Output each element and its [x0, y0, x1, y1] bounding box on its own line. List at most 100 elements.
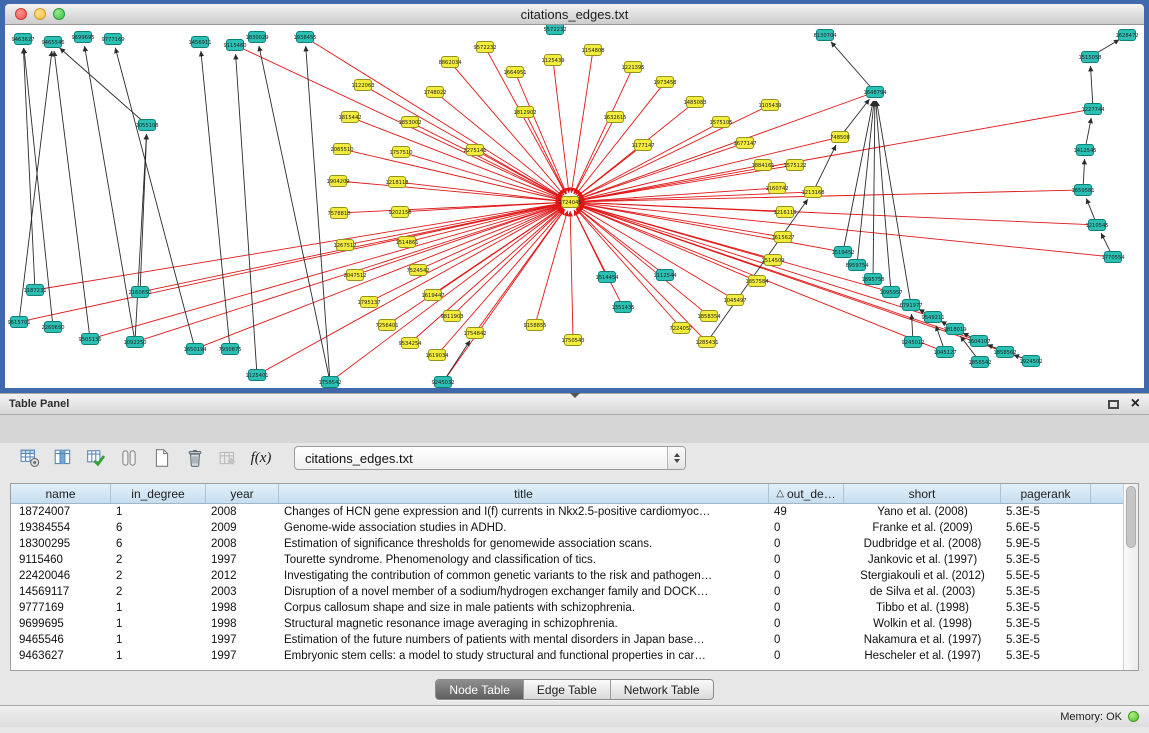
table-cell[interactable]: 9463627 [11, 650, 111, 662]
graph-node[interactable]: 1604107 [967, 336, 990, 347]
table-cell[interactable]: 0 [769, 586, 844, 598]
graph-node[interactable]: 1904209 [326, 176, 349, 187]
table-cell[interactable]: Investigating the contribution of common… [279, 570, 769, 582]
graph-edge[interactable] [60, 48, 143, 121]
graph-edge[interactable] [578, 206, 751, 279]
graph-node[interactable]: 7524542 [406, 265, 429, 276]
table-cell[interactable]: 9115460 [11, 554, 111, 566]
table-cell[interactable]: 22420046 [11, 570, 111, 582]
table-row[interactable]: 1456911722003Disruption of a novel membe… [11, 584, 1123, 600]
graph-node[interactable]: 1770554 [1101, 252, 1125, 263]
graph-node[interactable]: 1818019 [943, 324, 966, 335]
graph-node[interactable]: 1160742 [765, 183, 788, 194]
table-cell[interactable]: Genome-wide association studies in ADHD. [279, 522, 769, 534]
graph-edge[interactable] [877, 101, 911, 299]
table-cell[interactable]: 5.3E-5 [1001, 634, 1091, 646]
column-header-name[interactable]: name [11, 484, 111, 503]
network-view-canvas[interactable]: 1724045185300217575101218118920215615148… [5, 25, 1144, 388]
select-all-button[interactable] [82, 444, 110, 472]
graph-node[interactable]: 1267512 [333, 240, 356, 251]
graph-node[interactable]: 1757510 [389, 147, 412, 158]
graph-node[interactable]: 7256401 [375, 320, 398, 331]
table-cell[interactable]: Nakamura et al. (1997) [844, 634, 1001, 646]
graph-node[interactable]: 1575122 [783, 160, 806, 171]
graph-node[interactable]: 2047512 [343, 270, 366, 281]
table-cell[interactable]: 0 [769, 522, 844, 534]
table-cell[interactable]: 14569117 [11, 586, 111, 598]
graph-node[interactable]: 1210545 [1085, 220, 1108, 231]
table-cell[interactable]: Stergiakouli et al. (2012) [844, 570, 1001, 582]
graph-node[interactable]: 1351435 [611, 302, 634, 313]
graph-node[interactable]: 1125401 [245, 370, 268, 381]
close-panel-icon[interactable]: × [1131, 397, 1140, 411]
graph-node[interactable]: 1895758 [861, 274, 884, 285]
table-cell[interactable]: 6 [111, 522, 206, 534]
graph-edge[interactable] [912, 314, 913, 336]
table-cell[interactable]: 2008 [206, 506, 279, 518]
table-cell[interactable]: 1 [111, 650, 206, 662]
tab-node-table[interactable]: Node Table [436, 680, 524, 699]
graph-node[interactable]: 1628472 [1115, 30, 1138, 41]
column-header-short[interactable]: short [844, 484, 1001, 503]
graph-node[interactable]: 1045497 [723, 295, 746, 306]
function-builder-button[interactable]: f(x) [247, 444, 275, 472]
graph-node[interactable]: 1938455 [293, 32, 316, 43]
table-cell[interactable]: 2 [111, 554, 206, 566]
graph-node[interactable]: 1830029 [245, 32, 268, 43]
table-cell[interactable]: 2009 [206, 522, 279, 534]
graph-node[interactable]: 2275141 [463, 145, 486, 156]
graph-node[interactable]: 1519452 [831, 247, 854, 258]
table-cell[interactable]: Wolkin et al. (1998) [844, 618, 1001, 630]
splitter-handle[interactable] [570, 393, 580, 398]
graph-node[interactable]: 1125439 [541, 55, 564, 66]
graph-edge[interactable] [578, 207, 730, 297]
graph-node[interactable]: 9158855 [523, 320, 546, 331]
graph-edge[interactable] [576, 208, 703, 337]
graph-edge[interactable] [816, 145, 836, 187]
graph-edge[interactable] [441, 209, 564, 351]
graph-node[interactable]: 1812902 [513, 107, 536, 118]
table-cell[interactable]: 1998 [206, 602, 279, 614]
graph-node[interactable]: 1154808 [581, 45, 604, 56]
table-cell[interactable]: 0 [769, 618, 844, 630]
table-row[interactable]: 969969511998Structural magnetic resonanc… [11, 616, 1123, 632]
table-cell[interactable]: Tourette syndrome. Phenomenology and cla… [279, 554, 769, 566]
graph-node[interactable]: 8959754 [845, 260, 869, 271]
graph-node[interactable]: 2085510 [330, 144, 353, 155]
graph-edge[interactable] [456, 208, 563, 311]
table-row[interactable]: 911546021997Tourette syndrome. Phenomeno… [11, 552, 1123, 568]
graph-edge[interactable] [201, 51, 230, 343]
minimize-window-button[interactable] [34, 8, 46, 20]
clear-selection-button[interactable] [115, 444, 143, 472]
graph-edge[interactable] [579, 110, 1087, 200]
table-cell[interactable]: Jankovic et al. (1997) [844, 554, 1001, 566]
graph-edge[interactable] [579, 205, 1026, 359]
table-cell[interactable]: Embryonic stem cells: a model to study s… [279, 650, 769, 662]
table-cell[interactable]: Franke et al. (2009) [844, 522, 1001, 534]
graph-node[interactable]: 2160650 [128, 287, 151, 298]
table-cell[interactable]: 1 [111, 602, 206, 614]
table-cell[interactable]: 1998 [206, 618, 279, 630]
graph-node[interactable]: 1973458 [653, 77, 676, 88]
table-cell[interactable]: 5.3E-5 [1001, 506, 1091, 518]
graph-edge[interactable] [579, 166, 789, 201]
graph-node[interactable]: 1750543 [561, 335, 584, 346]
table-cell[interactable]: 2 [111, 570, 206, 582]
graph-node[interactable]: 1648794 [863, 87, 887, 98]
graph-edge[interactable] [135, 134, 146, 336]
graph-node[interactable]: 1213168 [801, 187, 824, 198]
network-graph[interactable]: 1724045185300217575101218118920215615148… [5, 25, 1144, 388]
graph-node[interactable]: 9463627 [11, 34, 34, 45]
graph-edge[interactable] [876, 101, 891, 286]
table-cell[interactable]: 0 [769, 634, 844, 646]
graph-node[interactable]: 9115460 [223, 40, 246, 51]
table-cell[interactable]: 9465546 [11, 634, 111, 646]
table-cell[interactable]: 5.3E-5 [1001, 586, 1091, 598]
graph-edge[interactable] [571, 56, 592, 193]
graph-edge[interactable] [1091, 66, 1093, 103]
graph-edge[interactable] [306, 46, 330, 376]
graph-node[interactable]: 9245032 [431, 377, 454, 388]
graph-node[interactable]: 1514509 [761, 255, 784, 266]
graph-node[interactable]: 1632615 [603, 112, 626, 123]
graph-node[interactable]: 1514861 [395, 237, 418, 248]
